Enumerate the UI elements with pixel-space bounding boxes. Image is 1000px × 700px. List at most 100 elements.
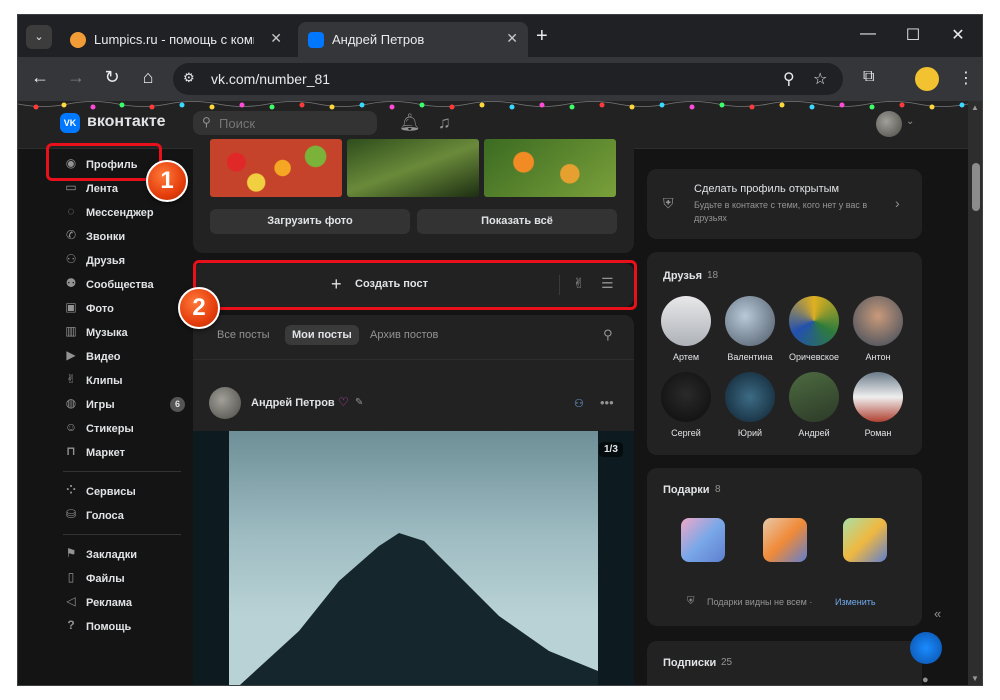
sidebar-item-games[interactable]: ◍ Игры 6 [58,395,188,415]
scroll-up-icon[interactable]: ▲ [971,103,979,112]
subscriptions-count: 25 [721,657,733,668]
friend-item[interactable]: Сергей [651,372,721,438]
chat-bubble-icon[interactable]: ● [922,674,929,685]
file-icon: ▯ [67,570,75,584]
upload-photo-button[interactable]: Загрузить фото [210,209,410,234]
new-tab-plus-icon[interactable]: + [536,25,548,48]
change-link[interactable]: Изменить [835,597,876,607]
sidebar-item-market[interactable]: ⊓ Маркет [58,443,188,463]
gift-box-icon[interactable] [681,518,725,562]
post-image[interactable]: 1/3 [193,431,634,685]
photo-fruits[interactable] [210,139,342,197]
sidebar-item-clips[interactable]: ✌ Клипы [58,371,188,391]
post-author-avatar[interactable] [209,387,241,419]
search-icon[interactable]: ⚲ [603,327,613,343]
sidebar-item-bookmarks[interactable]: ⚑ Закладки [58,545,188,565]
tab-all-posts[interactable]: Все посты [217,329,270,341]
more-dots-icon[interactable]: ••• [600,395,614,410]
profile-avatar[interactable] [915,67,939,91]
sidebar-item-music[interactable]: ▥ Музыка [58,323,188,343]
highlight-profile-box [46,143,162,181]
video-icon: ▶ [66,348,76,362]
sidebar-item-label: Клипы [86,375,123,387]
tab-my-posts[interactable]: Мои посты [285,325,359,345]
sidebar-item-video[interactable]: ▶ Видео [58,347,188,367]
vk-logo-text[interactable]: вконтакте [87,113,166,131]
collapse-chevrons-icon[interactable]: « [934,606,941,621]
tab-lumpics[interactable]: Lumpics.ru - помощь с компь ✕ [60,22,292,57]
site-info-icon[interactable]: ⚙ [183,70,195,86]
sidebar-item-ads[interactable]: ◁ Реклама [58,593,188,613]
gifts-visibility-note: Подарки видны не всем · [707,597,813,607]
sidebar-item-friends[interactable]: ⚇ Друзья [58,251,188,271]
gamepad-icon: ◍ [65,396,77,410]
friend-item[interactable]: Валентина [715,296,785,362]
sidebar-item-stickers[interactable]: ☺ Стикеры [58,419,188,439]
subscriptions-card: Подписки 25 [647,641,922,685]
extensions-icon[interactable]: ⧉ [863,68,874,86]
sidebar-item-votes[interactable]: ⛁ Голоса [58,506,188,526]
home-icon[interactable]: ⌂ [136,67,160,88]
vk-search[interactable]: ⚲ [193,111,377,135]
sidebar-item-label: Музыка [86,327,128,339]
sidebar-item-calls[interactable]: ✆ Звонки [58,227,188,247]
back-icon[interactable]: ← [28,67,52,88]
search-input[interactable] [219,111,369,135]
tab-search-icon[interactable]: ⌄ [26,25,52,49]
sidebar-item-messenger[interactable]: ◌ Мессенджер [58,203,188,223]
bookmark-star-icon[interactable]: ☆ [813,69,827,89]
maximize-icon[interactable]: ☐ [903,25,923,45]
friend-item[interactable]: Артем [651,296,721,362]
scroll-down-icon[interactable]: ▼ [971,674,979,683]
post-author-name[interactable]: Андрей Петров [251,397,335,409]
photo-flowers[interactable] [484,139,616,197]
sidebar-item-files[interactable]: ▯ Файлы [58,569,188,589]
subscriptions-title[interactable]: Подписки [663,657,716,669]
sidebar-item-label: Стикеры [86,423,134,435]
sidebar-item-label: Лента [86,183,118,195]
clips-icon: ✌ [65,372,77,386]
user-avatar[interactable] [876,111,902,137]
gift-box-icon[interactable] [843,518,887,562]
music-note-icon[interactable]: ♫ [438,113,451,133]
close-icon[interactable]: ✕ [506,30,518,47]
sidebar-item-photos[interactable]: ▣ Фото [58,299,188,319]
friend-item[interactable]: Андрей [779,372,849,438]
friend-item[interactable]: Оричевское [779,296,849,362]
zoom-icon[interactable]: ⚲ [783,69,795,89]
show-all-photos-button[interactable]: Показать всё [417,209,617,234]
privacy-card[interactable]: ⛨ Сделать профиль открытым Будьте в конт… [647,169,922,239]
menu-dots-icon[interactable]: ⋮ [958,68,974,88]
sidebar-item-help[interactable]: ? Помощь [58,617,188,637]
chevron-down-icon[interactable]: ⌄ [906,116,914,127]
friend-item[interactable]: Юрий [715,372,785,438]
friend-item[interactable]: Роман [843,372,913,438]
scrollbar[interactable]: ▲ ▼ [968,101,982,685]
address-bar[interactable]: ⚙ vk.com/number_81 ⚲ ☆ [173,63,843,95]
reload-icon[interactable]: ↻ [100,67,124,88]
vk-assistant-icon[interactable] [910,632,942,664]
minimize-icon[interactable]: — [858,25,878,43]
gift-box-icon[interactable] [763,518,807,562]
vk-logo-icon[interactable]: VK [60,113,80,133]
friend-item[interactable]: Антон [843,296,913,362]
sidebar-item-label: Друзья [86,255,126,267]
scrollbar-thumb[interactable] [972,163,980,211]
sidebar-item-communities[interactable]: ⚉ Сообщества [58,275,188,295]
sidebar-item-services[interactable]: ⁘ Сервисы [58,482,188,502]
tab-posts-archive[interactable]: Архив постов [370,329,438,341]
privacy-subtitle: Будьте в контакте с теми, кого нет у вас… [694,200,868,223]
avatar [661,372,711,422]
tab-vk-profile[interactable]: Андрей Петров ✕ [298,22,528,57]
sidebar-item-label: Фото [86,303,114,315]
audience-friends-icon[interactable]: ⚇ [574,397,584,410]
gifts-title[interactable]: Подарки [663,484,710,496]
sidebar-item-label: Игры [86,399,115,411]
bell-icon[interactable]: 🔔︎ [399,113,421,133]
close-window-icon[interactable]: ✕ [948,25,968,45]
feed-icon: ▭ [65,180,77,194]
forward-icon[interactable]: → [64,67,88,88]
friends-title[interactable]: Друзья [663,270,702,282]
photo-forest[interactable] [347,139,479,197]
close-icon[interactable]: ✕ [270,30,282,47]
